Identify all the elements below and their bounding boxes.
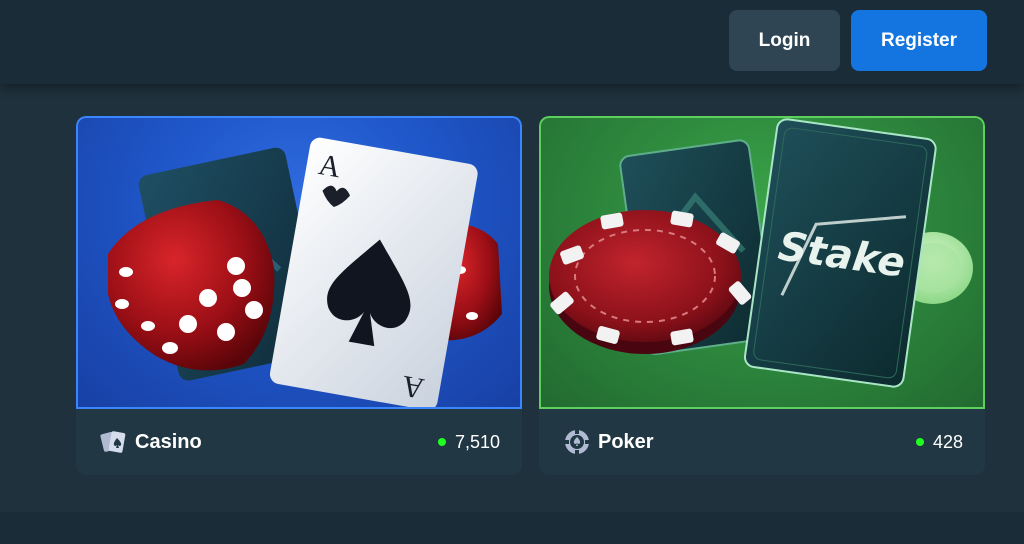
casino-title: Casino [135, 431, 202, 453]
online-status-dot [437, 438, 446, 446]
casino-card[interactable]: A A Casino 7,510 [76, 116, 522, 475]
casino-card-artwork: A A [76, 116, 522, 409]
poker-title: Poker [598, 431, 654, 453]
poker-card-artwork: Stake [539, 116, 985, 409]
poker-card-footer: Poker 428 [539, 409, 985, 475]
register-button[interactable]: Register [851, 10, 987, 71]
poker-chip-icon [563, 428, 591, 456]
login-button[interactable]: Login [729, 10, 840, 71]
top-navigation-bar: Login Register [0, 0, 1024, 84]
bottom-strip [0, 512, 1024, 544]
casino-online-count: 7,510 [437, 430, 500, 454]
casino-card-footer: Casino 7,510 [76, 409, 522, 475]
casino-online-count-value: 7,510 [454, 432, 500, 452]
poker-online-count: 428 [915, 430, 963, 454]
poker-online-count-value: 428 [932, 432, 963, 452]
online-status-dot [915, 438, 924, 446]
poker-card[interactable]: Stake Poker 428 [539, 116, 985, 475]
cards-icon [100, 428, 128, 456]
